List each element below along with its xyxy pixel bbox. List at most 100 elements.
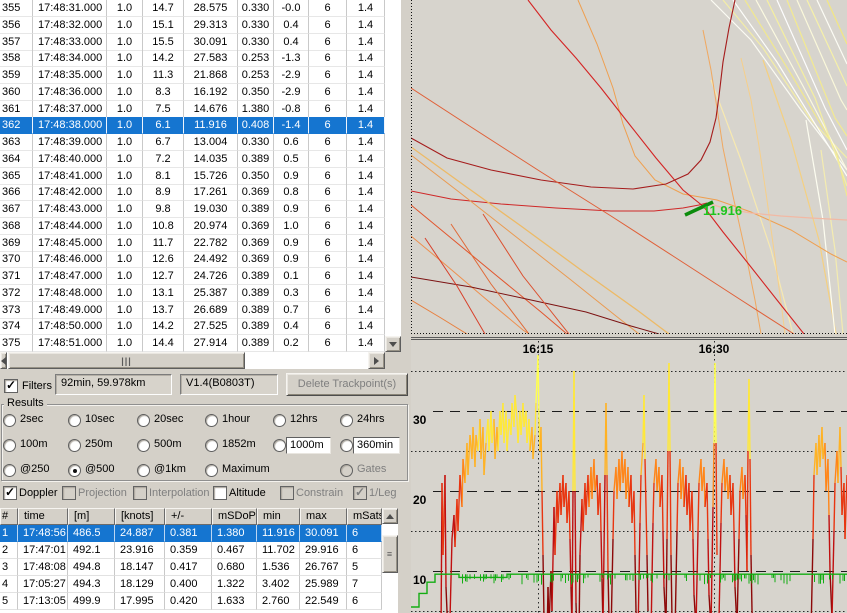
column-header[interactable]: [m] [68, 508, 115, 525]
checkbox-label: 1/Leg [369, 487, 397, 499]
checkbox-altitude[interactable] [213, 486, 227, 500]
table-row[interactable]: 36817:48:44.0001.010.820.9740.3691.061.4 [0, 218, 385, 235]
radio-250[interactable] [3, 464, 16, 477]
table-row[interactable]: 36617:48:42.0001.08.917.2610.3690.861.4 [0, 184, 385, 201]
table-row[interactable]: 317:48:08494.818.1470.4170.6801.53626.76… [0, 559, 382, 576]
table-row[interactable]: 36417:48:40.0001.07.214.0350.3890.561.4 [0, 151, 385, 168]
scroll-up-button[interactable] [382, 508, 398, 524]
radio-1hour[interactable] [205, 414, 218, 427]
table-row[interactable]: 35817:48:34.0001.014.227.5830.253-1.361.… [0, 50, 385, 67]
table-cell: 0.330 [238, 34, 274, 51]
table-row[interactable]: 35717:48:33.0001.015.530.0910.3300.461.4 [0, 34, 385, 51]
table-cell: 14.676 [184, 101, 238, 118]
table-row[interactable]: 517:13:05499.917.9950.4201.6332.76022.54… [0, 593, 382, 610]
table-row[interactable]: 35517:48:31.0001.014.728.5750.330-0.061.… [0, 0, 385, 17]
checkbox-constrain[interactable] [280, 486, 294, 500]
radio-2sec[interactable] [3, 414, 16, 427]
table-cell: 29.313 [184, 17, 238, 34]
table-row[interactable]: 36717:48:43.0001.09.819.0300.3890.961.4 [0, 201, 385, 218]
radio-1000m[interactable] [273, 439, 286, 452]
radio-20sec[interactable] [137, 414, 150, 427]
radio-gates[interactable] [340, 464, 353, 477]
version-field: V1.4(B0803T) [180, 374, 278, 395]
trackpoint-horizontal-scrollbar[interactable]: ||| [0, 352, 385, 369]
radio-250m[interactable] [68, 439, 81, 452]
checkbox-label: Interpolation [149, 487, 210, 499]
table-cell: 17:48:36.000 [33, 84, 107, 101]
table-row[interactable]: 37317:48:49.0001.013.726.6890.3890.761.4 [0, 302, 385, 319]
table-row[interactable]: 36517:48:41.0001.08.115.7260.3500.961.4 [0, 168, 385, 185]
results-table[interactable]: #time[m][knots]+/-mSDoPminmaxmSats117:48… [0, 508, 382, 613]
table-cell: 7.5 [143, 101, 184, 118]
column-header[interactable]: min [257, 508, 300, 525]
radio-maximum[interactable] [205, 464, 218, 477]
table-row[interactable]: 35917:48:35.0001.011.321.8680.253-2.961.… [0, 67, 385, 84]
table-row[interactable]: 37217:48:48.0001.013.125.3870.3890.361.4 [0, 285, 385, 302]
table-row[interactable]: 37017:48:46.0001.012.624.4920.3690.961.4 [0, 251, 385, 268]
trackpoint-table[interactable]: 35517:48:31.0001.014.728.5750.330-0.061.… [0, 0, 385, 352]
speed-graph-panel[interactable]: 16:1516:30302010 [411, 337, 847, 613]
radio-360min[interactable] [340, 439, 353, 452]
table-row[interactable]: 117:48:56486.524.8870.3811.38011.91630.0… [0, 525, 382, 542]
option-value-field[interactable]: 360min [353, 437, 400, 454]
table-row[interactable]: 37417:48:50.0001.014.227.5250.3890.461.4 [0, 318, 385, 335]
scroll-down-button[interactable] [385, 336, 401, 352]
radio-1852m[interactable] [205, 439, 218, 452]
table-cell: 16.192 [184, 84, 238, 101]
table-row[interactable]: 37517:48:51.0001.014.427.9140.3890.261.4 [0, 335, 385, 352]
table-row[interactable]: 35617:48:32.0001.015.129.3130.3300.461.4 [0, 17, 385, 34]
filters-checkbox[interactable] [4, 379, 18, 393]
table-cell: 17.995 [115, 593, 165, 610]
speed-trace-segment [716, 443, 717, 555]
column-header[interactable]: mSats [347, 508, 382, 525]
table-row[interactable]: 36217:48:38.0001.06.111.9160.408-1.461.4 [0, 117, 385, 134]
column-header[interactable]: mSDoP [212, 508, 257, 525]
results-vertical-scrollbar[interactable]: ≡ [382, 508, 398, 613]
hscroll-thumb[interactable]: ||| [8, 352, 245, 369]
table-cell: 0.350 [238, 168, 274, 185]
checkbox-projection[interactable] [62, 486, 76, 500]
radio-100m[interactable] [3, 439, 16, 452]
checkbox-interpolation[interactable] [133, 486, 147, 500]
column-header[interactable]: [knots] [115, 508, 165, 525]
scroll-right-button[interactable] [368, 352, 385, 369]
table-cell: 0.467 [212, 542, 257, 559]
table-row[interactable]: 36017:48:36.0001.08.316.1920.350-2.961.4 [0, 84, 385, 101]
radio-500[interactable] [68, 464, 81, 477]
table-cell: 368 [0, 218, 33, 235]
option-value-field[interactable]: 1000m [286, 437, 331, 454]
table-cell: 27.583 [184, 50, 238, 67]
radio-10sec[interactable] [68, 414, 81, 427]
radio-12hrs[interactable] [273, 414, 286, 427]
table-cell: 8.3 [143, 84, 184, 101]
vscroll-thumb[interactable]: ≡ [382, 535, 398, 573]
table-cell: 17:48:40.000 [33, 151, 107, 168]
column-header[interactable]: max [300, 508, 347, 525]
table-cell: -1.4 [274, 117, 309, 134]
speed-trace-segment [445, 475, 446, 587]
column-header[interactable]: +/- [165, 508, 212, 525]
delete-trackpoints-button[interactable]: Delete Trackpoint(s) [286, 373, 408, 396]
scroll-left-button[interactable] [0, 352, 7, 369]
table-row[interactable]: 36317:48:39.0001.06.713.0040.3300.661.4 [0, 134, 385, 151]
trackpoint-vertical-scrollbar[interactable] [385, 0, 401, 352]
table-cell: 1 [0, 525, 18, 542]
track-map-panel[interactable]: 11.916 [411, 0, 847, 334]
table-cell: 25.387 [184, 285, 238, 302]
column-header[interactable]: # [0, 508, 18, 525]
table-cell: 365 [0, 168, 33, 185]
table-row[interactable]: 36117:48:37.0001.07.514.6761.380-0.861.4 [0, 101, 385, 118]
radio-24hrs[interactable] [340, 414, 353, 427]
checkbox-label: Projection [78, 487, 127, 499]
table-cell: 1.0 [107, 17, 143, 34]
column-header[interactable]: time [18, 508, 68, 525]
table-row[interactable]: 417:05:27494.318.1290.4001.3223.40225.98… [0, 576, 382, 593]
table-row[interactable]: 217:47:01492.123.9160.3590.46711.70229.9… [0, 542, 382, 559]
checkbox-1leg[interactable] [353, 486, 367, 500]
table-row[interactable]: 36917:48:45.0001.011.722.7820.3690.961.4 [0, 235, 385, 252]
table-cell: 6 [309, 101, 347, 118]
radio-1km[interactable] [137, 464, 150, 477]
table-row[interactable]: 37117:48:47.0001.012.724.7260.3890.161.4 [0, 268, 385, 285]
checkbox-doppler[interactable] [3, 486, 17, 500]
radio-500m[interactable] [137, 439, 150, 452]
